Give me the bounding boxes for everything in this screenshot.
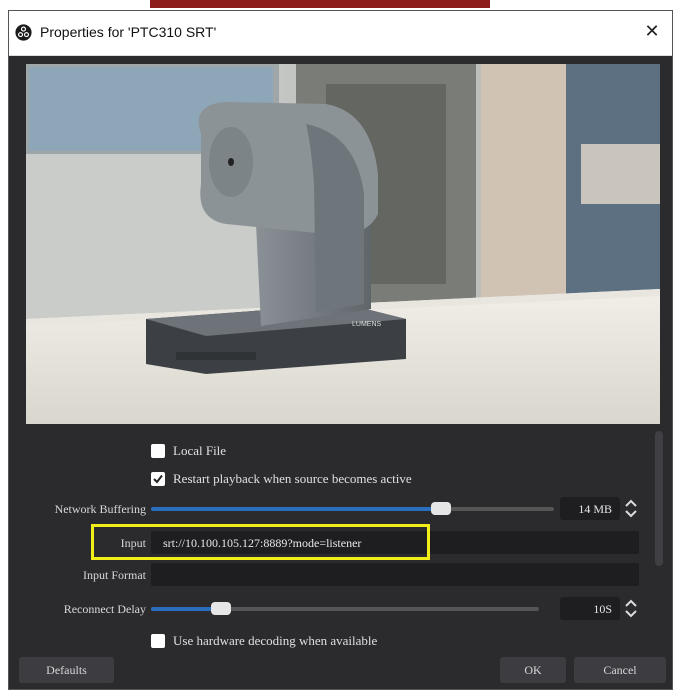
- input-format-row: Input Format: [9, 563, 649, 587]
- title-bar: Properties for 'PTC310 SRT' ✕: [9, 11, 672, 56]
- video-preview: LUMENS: [26, 64, 660, 424]
- restart-playback-label: Restart playback when source becomes act…: [173, 471, 412, 486]
- hw-decoding-checkbox[interactable]: [151, 634, 165, 648]
- properties-dialog: Properties for 'PTC310 SRT' ✕ LUMENS Loc…: [8, 10, 673, 690]
- restart-playback-checkbox[interactable]: [151, 472, 165, 486]
- defaults-button[interactable]: Defaults: [19, 657, 114, 683]
- reconnect-delay-value: 10S: [593, 602, 612, 616]
- reconnect-delay-row: Reconnect Delay 10S: [9, 597, 649, 621]
- hw-decoding-label: Use hardware decoding when available: [173, 633, 378, 648]
- scrollbar[interactable]: [655, 431, 663, 571]
- hw-decoding-row: Use hardware decoding when available: [9, 629, 649, 653]
- reconnect-delay-label: Reconnect Delay: [63, 602, 146, 616]
- local-file-row: Local File: [9, 439, 649, 463]
- network-buffering-row: Network Buffering 14 MB: [9, 497, 649, 521]
- obs-logo-icon: [15, 24, 32, 41]
- restart-playback-row: Restart playback when source becomes act…: [9, 467, 649, 491]
- local-file-label: Local File: [173, 443, 227, 458]
- network-buffering-slider[interactable]: [151, 502, 554, 515]
- checkmark-icon: [153, 474, 163, 484]
- local-file-checkbox[interactable]: [151, 444, 165, 458]
- background-strip: [0, 0, 676, 10]
- reconnect-delay-spinbox[interactable]: 10S: [560, 597, 620, 620]
- network-buffering-value: 14 MB: [578, 502, 612, 516]
- reconnect-delay-slider-handle[interactable]: [210, 602, 231, 615]
- preview-image: LUMENS: [26, 64, 660, 424]
- close-icon[interactable]: ✕: [642, 21, 662, 41]
- network-buffering-slider-handle[interactable]: [431, 502, 452, 515]
- input-format-label: Input Format: [83, 568, 146, 582]
- window-title: Properties for 'PTC310 SRT': [40, 24, 217, 40]
- scrollbar-thumb[interactable]: [655, 431, 663, 566]
- network-buffering-slider-fill: [151, 507, 442, 511]
- reconnect-delay-spin-arrows-icon[interactable]: [623, 597, 639, 620]
- highlight-box: [91, 524, 430, 560]
- background-window-edge: [150, 0, 490, 8]
- network-buffering-label: Network Buffering: [54, 502, 146, 516]
- reconnect-delay-slider[interactable]: [151, 602, 539, 615]
- camera-brand-label: LUMENS: [352, 321, 382, 328]
- network-buffering-spin-arrows-icon[interactable]: [623, 497, 639, 520]
- network-buffering-spinbox[interactable]: 14 MB: [560, 497, 620, 520]
- input-format-field[interactable]: [151, 563, 639, 586]
- cancel-button[interactable]: Cancel: [574, 657, 666, 683]
- ok-button[interactable]: OK: [500, 657, 566, 683]
